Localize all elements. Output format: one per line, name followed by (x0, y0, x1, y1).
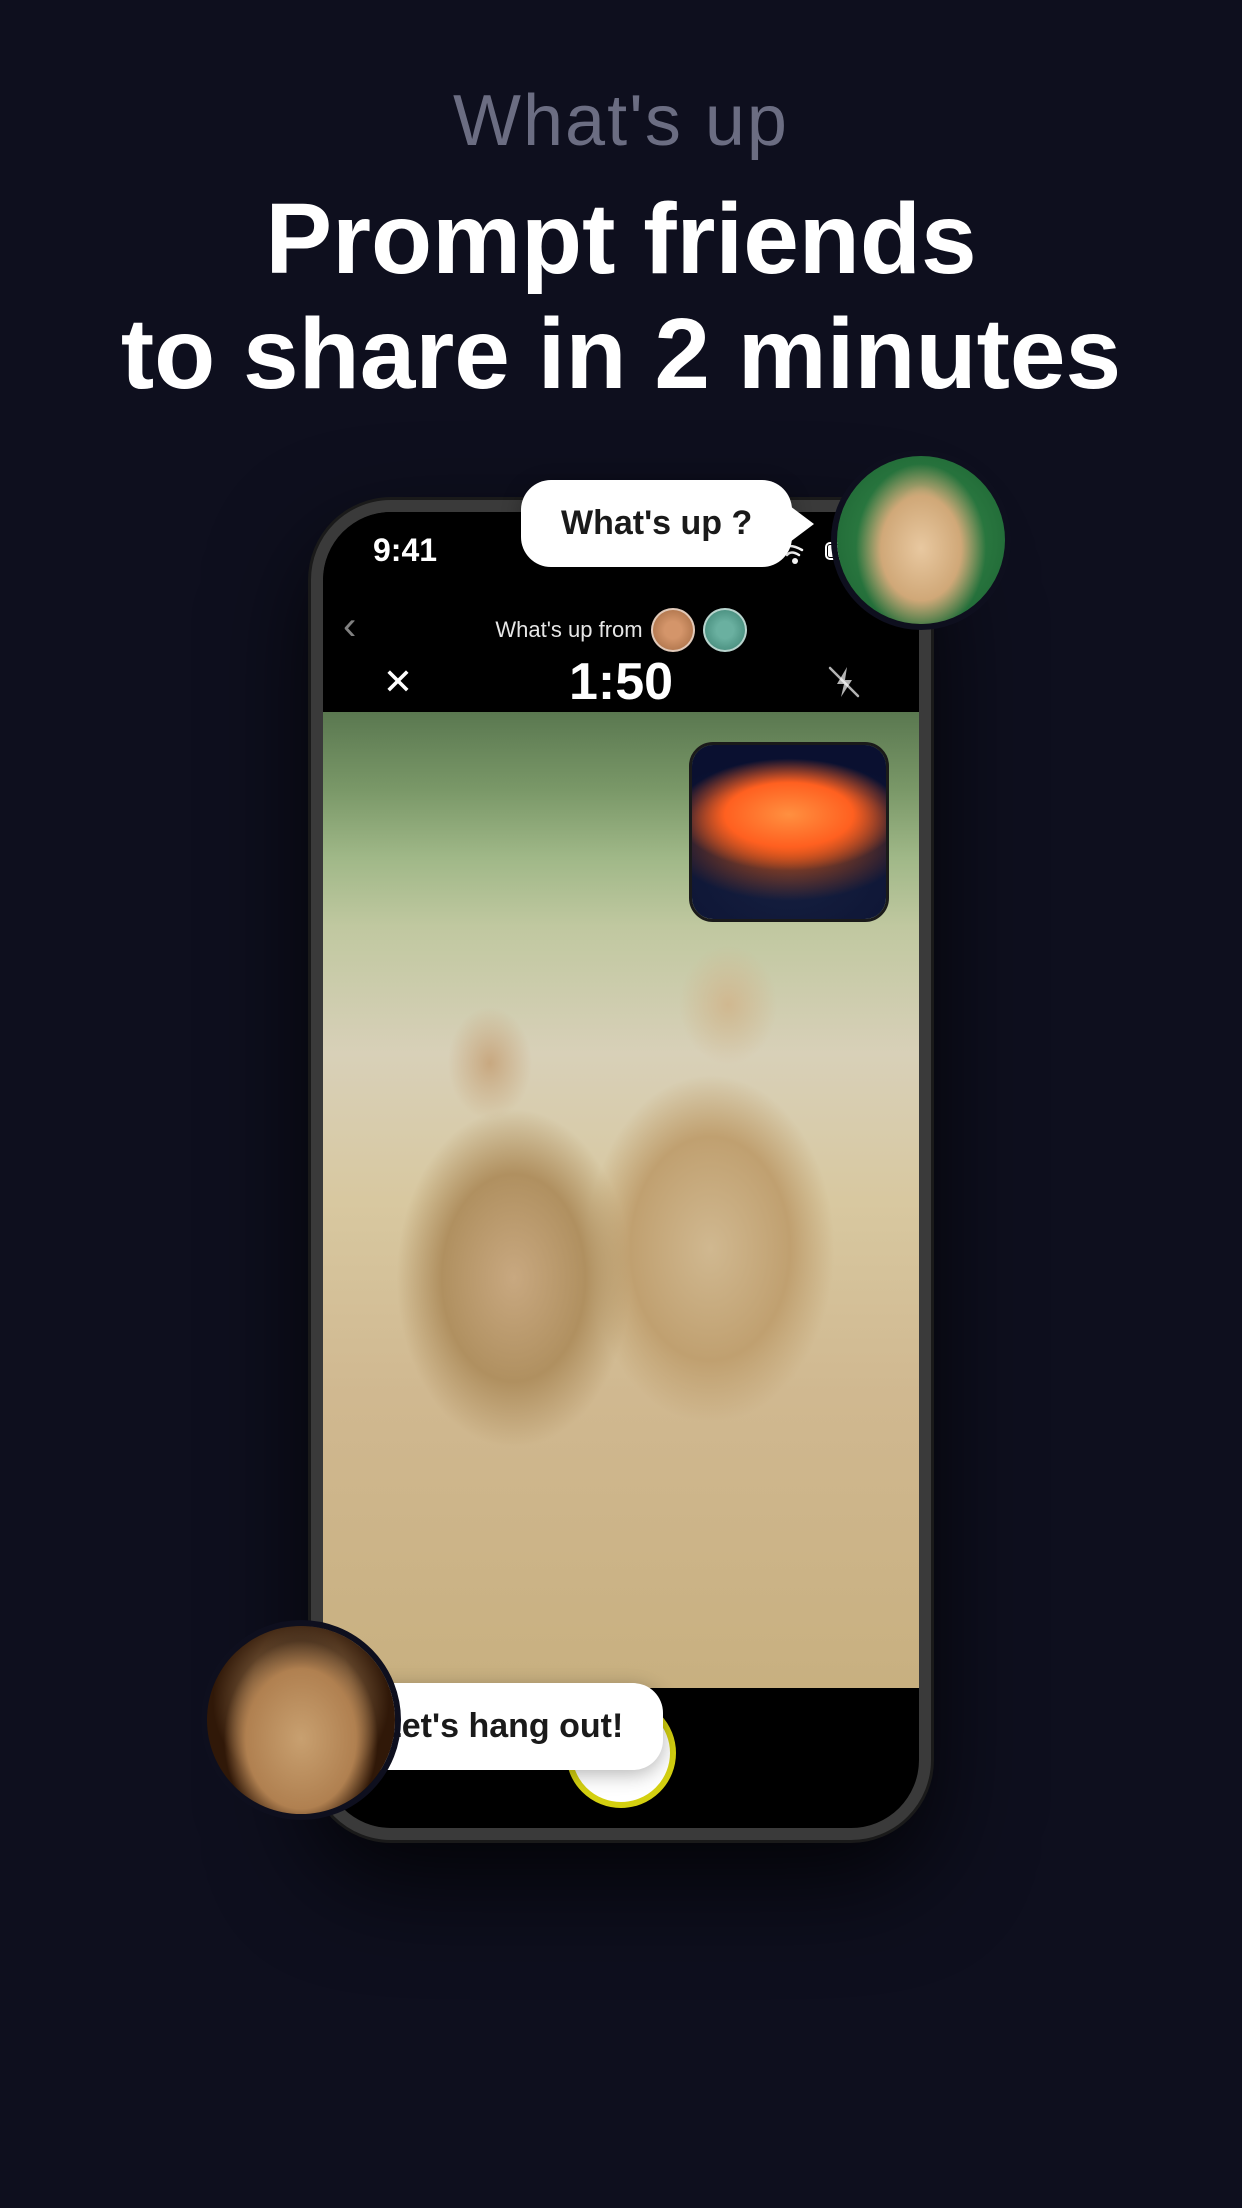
pip-photo-image (692, 745, 886, 919)
close-icon: ✕ (383, 661, 413, 703)
friend-avatar-small-1 (651, 608, 695, 652)
friend-avatar-top (831, 450, 1011, 630)
headline-line1: Prompt friends (265, 183, 976, 295)
bottom-bubble-text: Let's hang out! (381, 1707, 623, 1745)
timer-row: ✕ 1:50 (323, 652, 919, 712)
main-camera-view (323, 712, 919, 1688)
friend-avatar-top-image (837, 456, 1005, 624)
flash-button[interactable] (819, 657, 869, 707)
pip-photo (689, 742, 889, 922)
page-subtitle: What's up (0, 80, 1242, 162)
status-time: 9:41 (373, 532, 437, 569)
speech-bubble-top: What's up ? (521, 480, 792, 567)
close-button[interactable]: ✕ (373, 657, 423, 707)
friend-avatar-small-2 (703, 608, 747, 652)
friend-avatar-bottom (201, 1620, 401, 1820)
whats-up-from-label: What's up from (495, 608, 746, 652)
phone-frame: 9:41 (311, 500, 931, 1840)
friend-avatar-bottom-image (207, 1626, 395, 1814)
whats-up-from-text: What's up from (495, 617, 642, 643)
top-bubble-text: What's up ? (561, 504, 752, 542)
phone-mockup: What's up ? 9:41 (261, 420, 981, 1940)
back-arrow-icon: ‹ (343, 604, 356, 648)
back-arrow[interactable]: ‹ (343, 604, 356, 649)
countdown-timer: 1:50 (569, 652, 673, 712)
page-headline: Prompt friends to share in 2 minutes (0, 182, 1242, 412)
top-section: What's up Prompt friends to share in 2 m… (0, 0, 1242, 452)
phone-screen: 9:41 (323, 512, 919, 1828)
headline-line2: to share in 2 minutes (121, 298, 1121, 410)
flash-off-icon (824, 662, 864, 702)
